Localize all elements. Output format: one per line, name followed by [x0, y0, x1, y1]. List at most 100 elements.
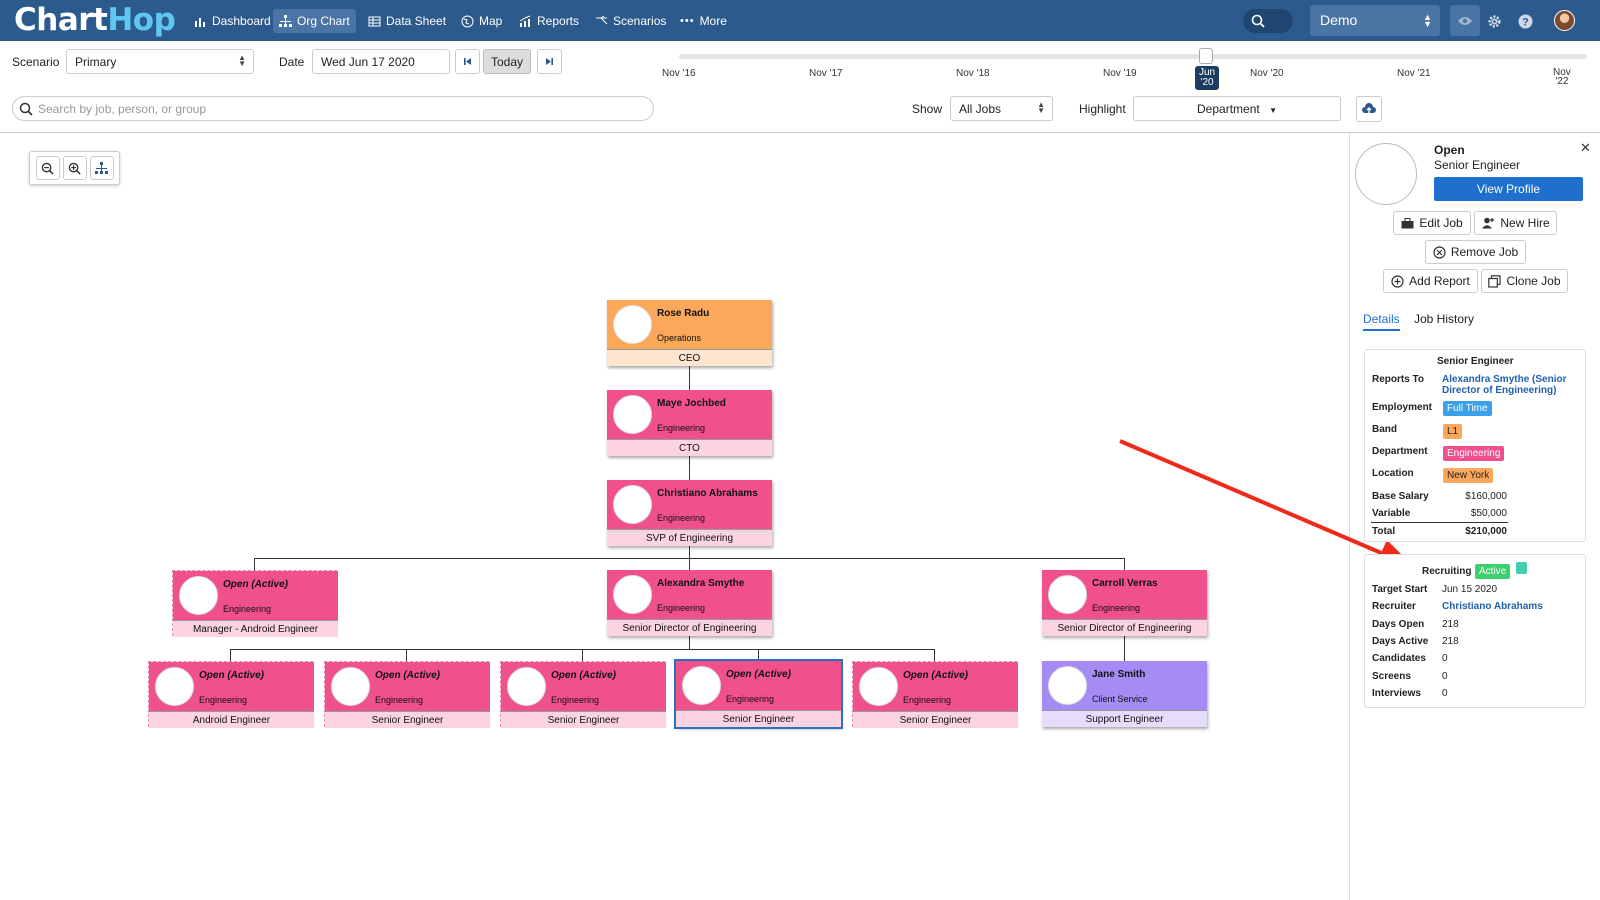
org-card-cto[interactable]: Maye Jochbed Engineering CTO [607, 390, 772, 456]
org-card-jane[interactable]: Jane Smith Client Service Support Engine… [1042, 661, 1207, 727]
copy-icon [1488, 274, 1502, 288]
panel-subtitle: Senior Engineer [1434, 158, 1521, 172]
days-active-value: 218 [1442, 636, 1459, 647]
gear-icon[interactable] [1482, 9, 1506, 33]
tree-layout-icon[interactable] [89, 156, 114, 180]
department: Engineering [223, 604, 272, 614]
close-icon[interactable]: ✕ [1580, 140, 1591, 156]
connector [582, 649, 583, 661]
show-select[interactable]: All Jobs ▲ ▼ [950, 96, 1053, 121]
export-button[interactable] [1356, 96, 1382, 122]
add-person-icon [1482, 217, 1495, 229]
zoom-out-icon[interactable] [35, 156, 60, 180]
person-name: Open (Active) [199, 670, 265, 681]
global-search-button[interactable] [1243, 9, 1293, 33]
panel-title: Open [1434, 143, 1465, 157]
timeline-current-date: Jun '20 [1195, 66, 1220, 90]
previous-date-button[interactable] [455, 49, 480, 74]
recruiter-link[interactable]: Christiano Abrahams [1442, 601, 1543, 612]
timeline-handle[interactable] [1199, 48, 1213, 64]
timeline-slider[interactable] [679, 54, 1587, 59]
org-select[interactable]: Demo ▲ ▼ [1310, 5, 1440, 36]
interviews-label: Interviews [1372, 688, 1421, 699]
view-profile-button[interactable]: View Profile [1434, 177, 1583, 201]
nav-data-sheet[interactable]: Data Sheet [362, 9, 452, 33]
org-card-carroll[interactable]: Carroll Verras Engineering Senior Direct… [1042, 570, 1207, 636]
updown-icon: ▲ ▼ [238, 53, 246, 68]
highlight-select[interactable]: Department ▼ [1133, 96, 1341, 121]
recruiter-label: Recruiter [1372, 601, 1416, 612]
search-icon [1251, 14, 1265, 28]
candidates-label: Candidates [1372, 653, 1426, 664]
reports-to-link[interactable]: Alexandra Smythe (Senior Director of Engi… [1442, 374, 1566, 396]
person-photo [613, 305, 652, 344]
org-card-open-position[interactable]: Open (Active) Engineering Senior Enginee… [324, 661, 490, 728]
ellipsis-icon: ••• [680, 15, 695, 27]
person-name: Rose Radu [657, 308, 710, 319]
person-name: Open (Active) [223, 579, 289, 590]
org-card-selected-open-position[interactable]: Open (Active) Engineering Senior Enginee… [674, 659, 843, 729]
next-date-button[interactable] [537, 49, 562, 74]
edit-job-button[interactable]: Edit Job [1393, 211, 1471, 235]
org-card-open-position[interactable]: Open (Active) Engineering Senior Enginee… [500, 661, 666, 728]
updown-icon: ▲ ▼ [1423, 12, 1432, 29]
connector [406, 649, 407, 661]
nav-map[interactable]: Map [455, 9, 508, 33]
connector [689, 636, 690, 649]
timeline-tick: Nov '22 [1553, 67, 1571, 87]
connector [689, 455, 690, 480]
caret-down-icon: ▼ [1269, 106, 1277, 115]
job-title: Android Engineer [149, 711, 314, 728]
ats-link-icon[interactable] [1516, 562, 1527, 574]
person-name: Open (Active) [551, 670, 617, 681]
org-card-svp[interactable]: Christiano Abrahams Engineering SVP of E… [607, 480, 772, 546]
help-icon[interactable]: ? [1513, 9, 1537, 33]
department: Engineering [657, 423, 706, 433]
eye-icon[interactable] [1450, 5, 1480, 36]
department: Engineering [657, 513, 706, 523]
user-avatar[interactable] [1554, 10, 1575, 31]
timeline-tick: Nov '20 [1250, 68, 1284, 79]
nav-scenarios[interactable]: Scenarios [589, 9, 672, 33]
timeline-tick: Nov '21 [1397, 68, 1431, 79]
job-title: Manager - Android Engineer [173, 620, 338, 637]
variable-value: $50,000 [1470, 508, 1507, 519]
nav-dashboard[interactable]: Dashboard [188, 9, 277, 33]
tab-details[interactable]: Details [1363, 312, 1400, 331]
scenario-select[interactable]: Primary ▲ ▼ [66, 49, 254, 74]
days-active-label: Days Active [1372, 636, 1429, 647]
job-title: Senior Engineer [676, 710, 841, 727]
org-chart-icon [279, 14, 292, 27]
person-name: Jane Smith [1092, 669, 1146, 680]
date-input[interactable]: Wed Jun 17 2020 [312, 49, 450, 74]
person-name: Open (Active) [375, 670, 441, 681]
employment-label: Employment [1372, 402, 1433, 413]
new-hire-button[interactable]: New Hire [1474, 211, 1557, 235]
clone-job-button[interactable]: Clone Job [1481, 269, 1568, 293]
nav-reports[interactable]: Reports [513, 9, 585, 33]
empty-photo [179, 576, 218, 615]
tab-job-history[interactable]: Job History [1414, 312, 1474, 326]
department-badge: Engineering [1443, 446, 1505, 461]
annotation-arrow [1119, 439, 1414, 567]
band-badge: L1 [1443, 424, 1463, 439]
search-input[interactable]: Search by job, person, or group [12, 96, 654, 121]
charthop-logo[interactable]: ChartHop [14, 2, 176, 38]
org-card-open-position[interactable]: Open (Active) Engineering Senior Enginee… [852, 661, 1018, 728]
person-name: Christiano Abrahams [657, 488, 758, 499]
org-card-open-position[interactable]: Open (Active) Engineering Manager - Andr… [172, 570, 338, 637]
add-report-button[interactable]: Add Report [1383, 269, 1478, 293]
org-card-alexandra[interactable]: Alexandra Smythe Engineering Senior Dire… [607, 570, 772, 636]
org-card-open-position[interactable]: Open (Active) Engineering Android Engine… [148, 661, 314, 728]
nav-org-chart[interactable]: Org Chart [273, 9, 356, 33]
remove-job-button[interactable]: Remove Job [1425, 240, 1526, 264]
nav-more[interactable]: ••• More [674, 9, 733, 33]
today-button[interactable]: Today [483, 49, 531, 74]
zoom-in-icon[interactable] [62, 156, 87, 180]
total-value: $210,000 [1465, 526, 1507, 537]
org-card-ceo[interactable]: Rose Radu Operations CEO [607, 300, 772, 366]
show-label: Show [912, 102, 943, 116]
table-icon [368, 16, 381, 26]
connector [934, 649, 935, 661]
department: Engineering [903, 695, 952, 705]
